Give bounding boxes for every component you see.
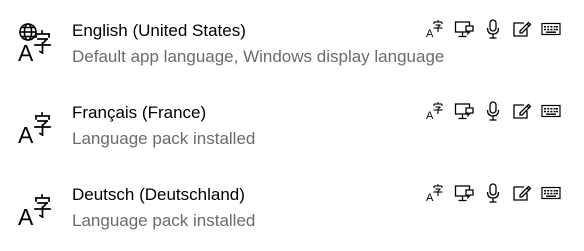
- globe-language-icon: A: [16, 22, 60, 64]
- svg-text:A: A: [426, 192, 434, 203]
- language-icon: A: [16, 186, 60, 228]
- language-list: A English (United States) Default app la…: [0, 0, 584, 251]
- language-icon: A: [16, 104, 60, 146]
- language-pack-icon: A: [424, 182, 446, 204]
- svg-text:A: A: [426, 28, 434, 39]
- handwriting-icon: [511, 100, 533, 122]
- language-pack-icon: A: [424, 100, 446, 122]
- language-item-english-us[interactable]: A English (United States) Default app la…: [0, 14, 584, 76]
- language-features: A: [424, 100, 562, 122]
- language-status: Language pack installed: [72, 129, 256, 148]
- speech-recognition-icon: [482, 18, 504, 40]
- handwriting-icon: [511, 18, 533, 40]
- speech-recognition-icon: [482, 100, 504, 122]
- language-status: Language pack installed: [72, 211, 256, 230]
- language-name: Français (France): [72, 103, 207, 122]
- language-item-french-france[interactable]: A Français (France) Language pack instal…: [0, 96, 584, 158]
- language-name: Deutsch (Deutschland): [72, 185, 245, 204]
- keyboard-icon: [540, 18, 562, 40]
- svg-text:A: A: [18, 40, 34, 64]
- language-features: A: [424, 18, 562, 40]
- speech-recognition-icon: [482, 182, 504, 204]
- text-to-speech-icon: [453, 18, 475, 40]
- svg-text:A: A: [18, 204, 34, 228]
- svg-text:A: A: [426, 110, 434, 121]
- handwriting-icon: [511, 182, 533, 204]
- language-item-german-germany[interactable]: A Deutsch (Deutschland) Language pack in…: [0, 178, 584, 240]
- keyboard-icon: [540, 182, 562, 204]
- language-name: English (United States): [72, 21, 246, 40]
- language-pack-icon: A: [424, 18, 446, 40]
- svg-text:A: A: [18, 122, 34, 146]
- language-status: Default app language, Windows display la…: [72, 47, 445, 66]
- keyboard-icon: [540, 100, 562, 122]
- text-to-speech-icon: [453, 182, 475, 204]
- language-features: A: [424, 182, 562, 204]
- text-to-speech-icon: [453, 100, 475, 122]
